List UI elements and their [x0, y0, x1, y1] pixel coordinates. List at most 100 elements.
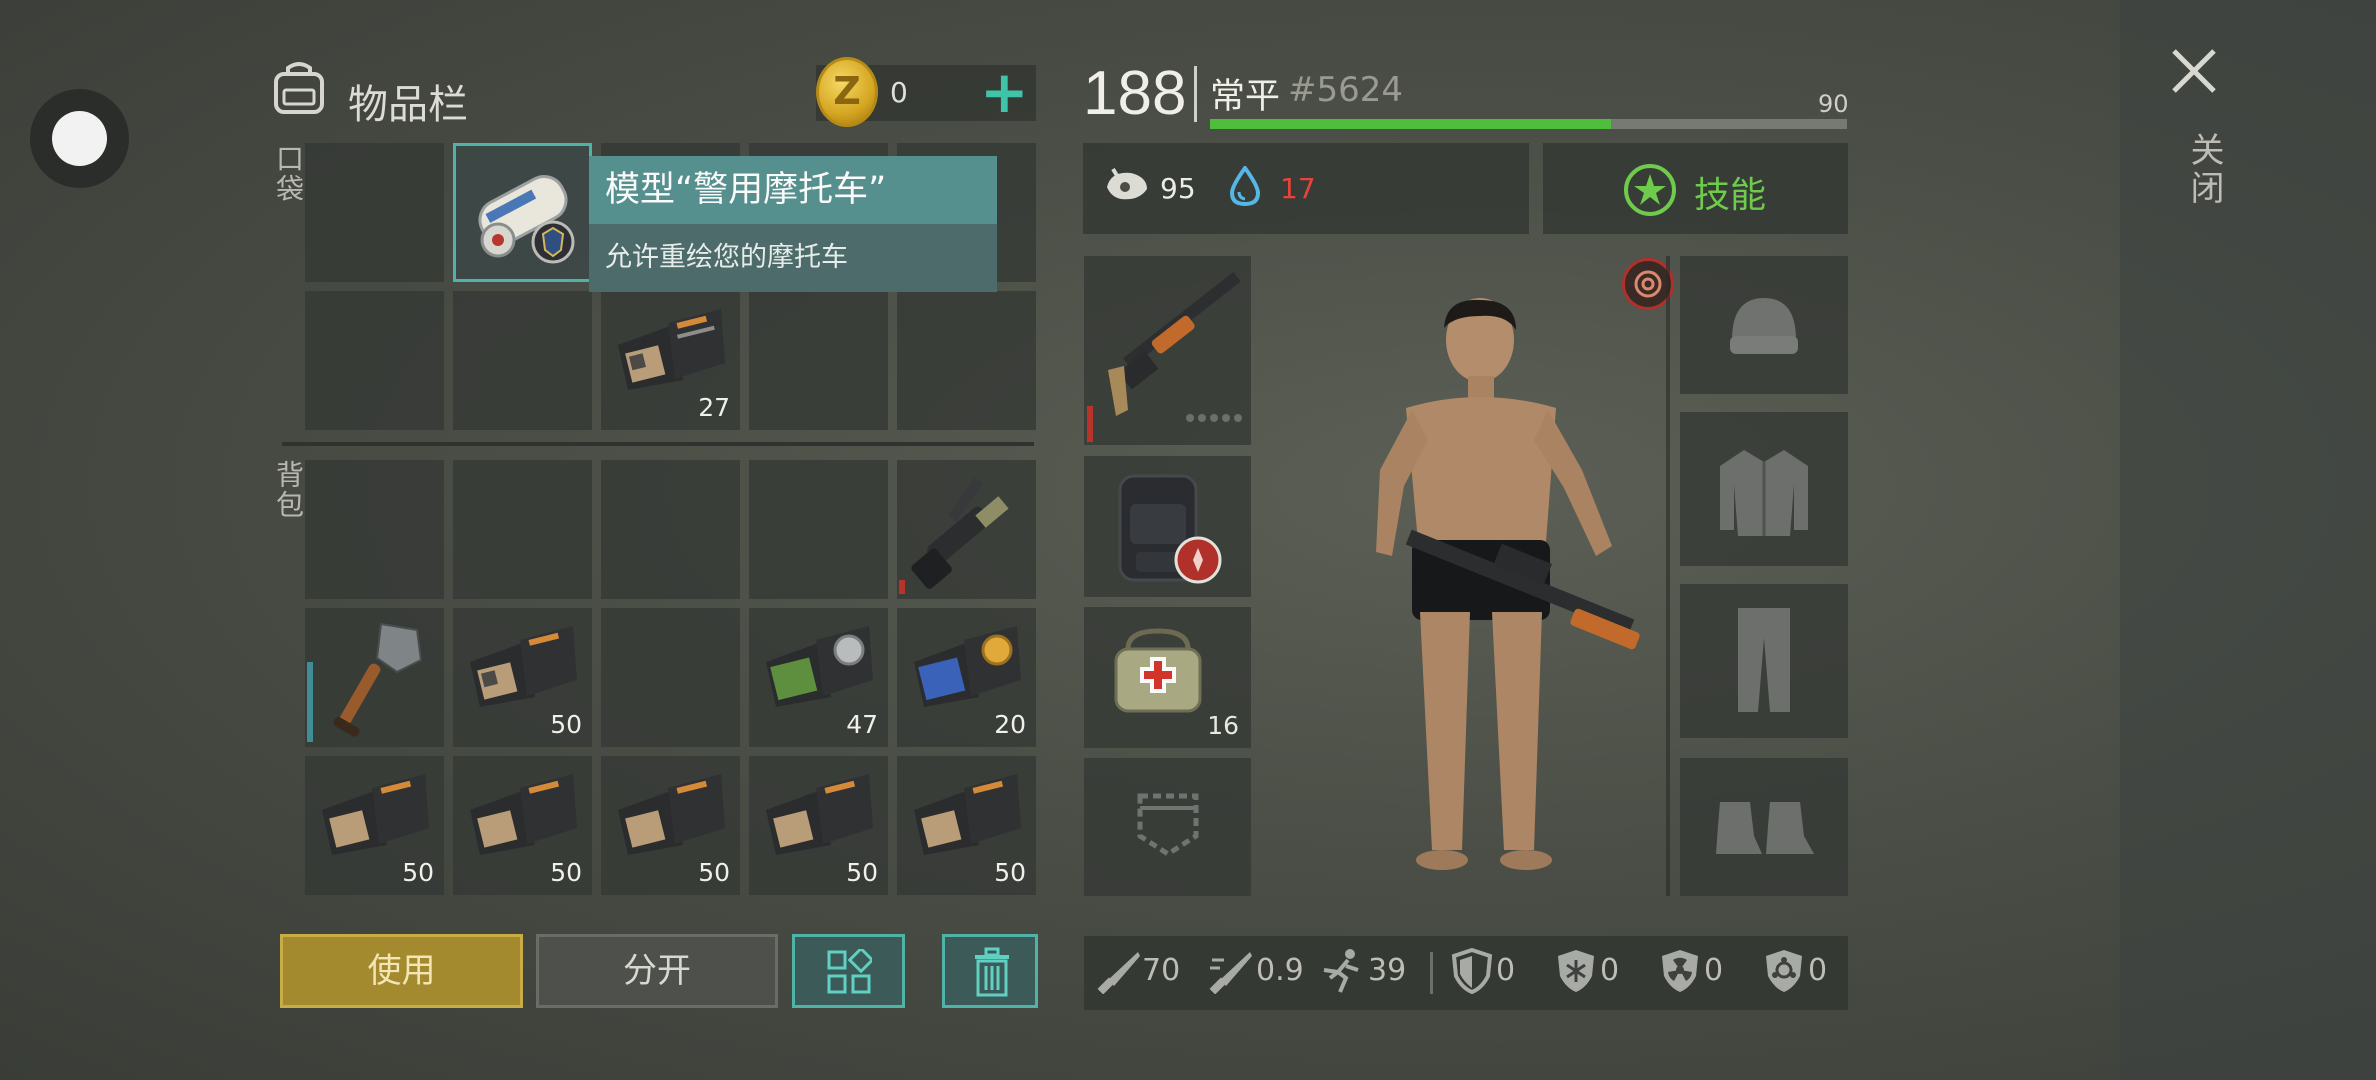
water-drop-icon [1229, 166, 1261, 206]
item-count: 50 [550, 710, 582, 739]
use-button[interactable]: 使用 [280, 934, 523, 1008]
backpack-slot-badge[interactable]: 50 [453, 756, 592, 895]
item-count: 50 [550, 858, 582, 887]
inventory-title: 物品栏 [348, 82, 468, 128]
pants-icon [1738, 608, 1790, 712]
running-icon [1323, 949, 1359, 993]
backpack-label: 背包 [272, 460, 305, 520]
character-model [1376, 298, 1640, 870]
backpack-slot[interactable] [453, 460, 592, 599]
radiation-value: 0 [1704, 953, 1724, 988]
pocket-slot[interactable] [305, 143, 444, 282]
police-badge-wallet-icon [766, 774, 873, 855]
radiation-protection-icon [1662, 950, 1698, 992]
right-panel-shade [2120, 0, 2376, 1080]
player-name: 常平 [1210, 77, 1281, 117]
floating-menu-button[interactable] [30, 89, 129, 188]
durability-bar [1087, 406, 1093, 442]
pocket-slot-badge[interactable]: 27 [601, 291, 740, 430]
legs-slot[interactable] [1680, 584, 1848, 738]
item-count: 50 [846, 858, 878, 887]
stats-separator [1430, 952, 1433, 994]
backpack-slot-badge[interactable]: 50 [453, 608, 592, 747]
backpack-slot-badge[interactable]: 50 [897, 756, 1036, 895]
durability-bar [899, 580, 905, 594]
police-badge-wallet-icon [470, 626, 577, 707]
section-divider [282, 442, 1034, 446]
attack-value: 70 [1142, 953, 1181, 988]
level-separator [1194, 66, 1197, 122]
close-icon[interactable] [2168, 45, 2220, 97]
pocket-icon [1137, 793, 1199, 857]
coin-icon: Z [816, 57, 878, 127]
blue-badge-wallet-icon [914, 626, 1021, 707]
backpack-slot-shovel[interactable] [305, 608, 444, 747]
pocket-slot[interactable] [749, 291, 888, 430]
item-count: 47 [846, 710, 878, 739]
toxic-value: 0 [1808, 953, 1828, 988]
item-count: 50 [994, 858, 1026, 887]
backpack-slot-badge[interactable]: 50 [601, 756, 740, 895]
skills-label: 技能 [1694, 175, 1767, 216]
attack-speed-icon [1209, 952, 1252, 994]
head-slot[interactable] [1680, 256, 1848, 394]
weapon-slot-shotgun[interactable] [1084, 256, 1251, 445]
backpack-slot[interactable] [305, 460, 444, 599]
first-aid-bag-icon [1114, 628, 1202, 713]
shovel-icon [333, 622, 423, 737]
star-badge-icon [1624, 164, 1676, 216]
green-badge-wallet-icon [766, 626, 873, 707]
pockets-label: 口袋 [272, 144, 305, 204]
police-badge-wallet-icon [618, 774, 725, 855]
boots-icon [1716, 802, 1814, 854]
armor-value: 0 [1496, 953, 1516, 988]
attack-speed-value: 0.9 [1256, 953, 1304, 988]
medkit-slot[interactable]: 16 [1084, 607, 1251, 748]
police-badge-wallet-icon [322, 774, 429, 855]
cold-protection-icon [1558, 950, 1594, 992]
backpack-slot-badge[interactable]: 50 [305, 756, 444, 895]
pocket-slot[interactable] [897, 291, 1036, 430]
backpack-slot[interactable] [601, 460, 740, 599]
xp-bar [1210, 119, 1847, 129]
backpack-slot-badge[interactable]: 50 [749, 756, 888, 895]
item-count: 50 [402, 858, 434, 887]
item-count: 27 [698, 393, 730, 422]
xp-bar-fill [1210, 119, 1612, 129]
attack-knife-icon [1097, 952, 1140, 994]
skin-scroll-icon [478, 174, 575, 264]
backpack-slot[interactable] [601, 608, 740, 747]
backpack-slot-scope-launcher[interactable] [897, 460, 1036, 599]
pocket-slot[interactable] [305, 291, 444, 430]
food-icon [1107, 167, 1147, 200]
speed-value: 39 [1368, 953, 1407, 988]
cold-value: 0 [1600, 953, 1620, 988]
backpack-slot-blue-badge[interactable]: 20 [897, 608, 1036, 747]
backpack-equip-slot[interactable] [1084, 456, 1251, 597]
body-slot[interactable] [1680, 412, 1848, 566]
figure-divider [1666, 256, 1670, 896]
pocket-slot[interactable] [453, 291, 592, 430]
armor-shield-icon [1452, 948, 1492, 994]
add-coins-button[interactable]: + [980, 62, 1029, 122]
toxic-protection-icon [1766, 950, 1802, 992]
food-value: 95 [1160, 172, 1196, 205]
item-count: 16 [1207, 711, 1239, 740]
delete-button[interactable] [942, 934, 1038, 1008]
police-badge-wallet-icon [470, 774, 577, 855]
sort-grid-button[interactable] [792, 934, 905, 1008]
shotgun-icon [1108, 272, 1242, 422]
backpack-slot-green-badge[interactable]: 47 [749, 608, 888, 747]
item-count: 50 [698, 858, 730, 887]
durability-bar [307, 662, 313, 742]
backpack-slot[interactable] [749, 460, 888, 599]
feet-slot[interactable] [1680, 758, 1848, 896]
split-button[interactable]: 分开 [536, 934, 778, 1008]
pocket-equip-slot[interactable] [1084, 758, 1251, 896]
trash-icon [975, 947, 1009, 997]
close-label[interactable]: 关闭 [2180, 132, 2229, 208]
water-value: 17 [1280, 172, 1316, 205]
pocket-slot-motorcycle-skin[interactable] [453, 143, 592, 282]
item-count: 20 [994, 710, 1026, 739]
grenade-launcher-icon [911, 477, 1009, 589]
